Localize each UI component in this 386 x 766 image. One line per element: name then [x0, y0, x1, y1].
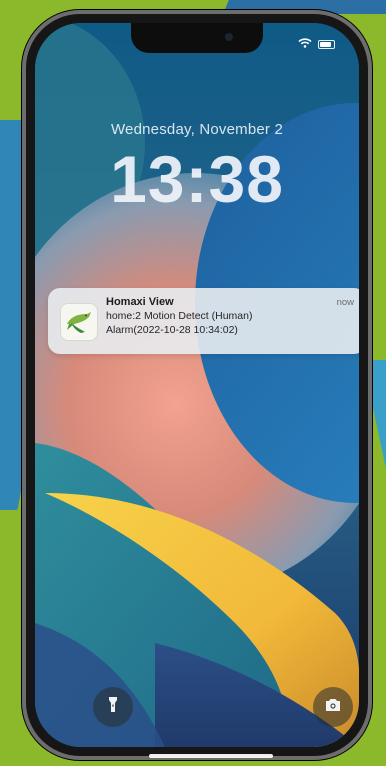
- notch: [131, 23, 263, 53]
- notification-timestamp: now: [336, 297, 354, 308]
- front-camera: [225, 33, 233, 41]
- lock-time: 13:38: [110, 142, 284, 216]
- notification-banner[interactable]: Homaxi View home:2 Motion Detect (Human)…: [48, 288, 359, 354]
- camera-icon: [324, 698, 342, 717]
- notification-message-line: Alarm(2022-10-28 10:34:02): [106, 324, 238, 336]
- promo-background: Wednesday, November 2 13:38 Homaxi View …: [0, 0, 386, 766]
- lock-screen: Wednesday, November 2 13:38 Homaxi View …: [35, 23, 359, 747]
- home-indicator[interactable]: [149, 754, 273, 758]
- status-bar: [298, 35, 335, 53]
- flashlight-icon: [107, 696, 119, 719]
- notification-app-name: Homaxi View: [106, 296, 174, 308]
- lock-date: Wednesday, November 2: [110, 121, 284, 138]
- wifi-icon: [298, 35, 312, 53]
- hummingbird-app-icon: [60, 303, 98, 341]
- battery-icon: [318, 39, 335, 49]
- phone-frame: Wednesday, November 2 13:38 Homaxi View …: [22, 10, 372, 760]
- notification-message-line: home:2 Motion Detect (Human): [106, 310, 253, 322]
- camera-button[interactable]: [313, 687, 353, 727]
- flashlight-button[interactable]: [93, 687, 133, 727]
